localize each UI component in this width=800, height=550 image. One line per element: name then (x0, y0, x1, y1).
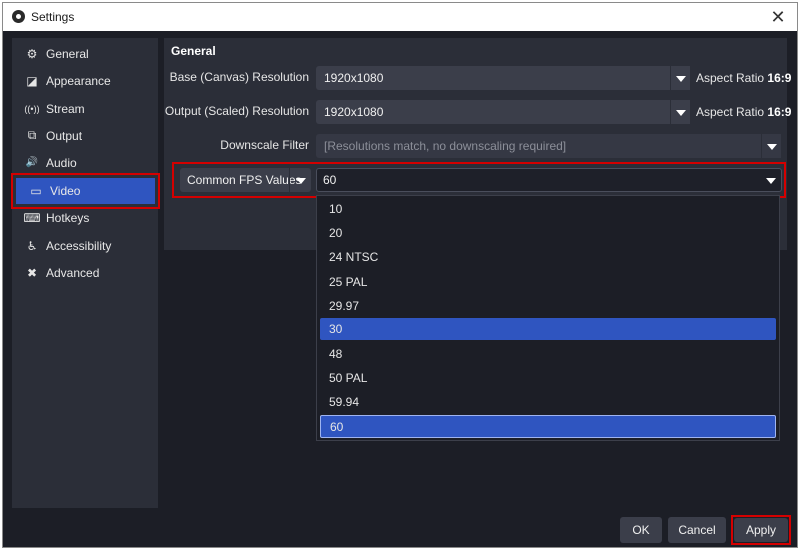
fps-option[interactable]: 29.97 (320, 295, 776, 317)
base-resolution-label: Base (Canvas) Resolution (169, 70, 309, 84)
cancel-button[interactable]: Cancel (668, 517, 726, 543)
sidebar-item-stream[interactable]: ((•)) Stream (12, 95, 158, 122)
chevron-down-icon[interactable] (670, 100, 690, 124)
fps-dropdown-list: 10 20 24 NTSC 25 PAL 29.97 30 48 50 PAL … (316, 195, 780, 441)
ok-button[interactable]: OK (620, 517, 662, 543)
stream-icon: ((•)) (24, 103, 40, 114)
chevron-down-icon[interactable] (761, 169, 781, 191)
downscale-filter-label: Downscale Filter (220, 138, 309, 152)
sidebar-item-label: Video (50, 184, 81, 198)
sidebar-item-audio[interactable]: 🔊 Audio (12, 149, 158, 176)
fps-type-value: Common FPS Values (187, 173, 302, 187)
sidebar-item-label: Output (46, 128, 83, 143)
fps-option[interactable]: 20 (320, 222, 776, 244)
fps-option[interactable]: 25 PAL (320, 271, 776, 293)
sidebar-item-label: Accessibility (46, 238, 112, 253)
apply-button[interactable]: Apply (734, 518, 788, 542)
fps-option[interactable]: 59.94 (320, 391, 776, 413)
sidebar-item-label: Audio (46, 155, 77, 170)
output-aspect-ratio: Aspect Ratio 16:9 (696, 105, 791, 119)
base-resolution-combo[interactable]: 1920x1080 (316, 66, 690, 90)
chevron-down-icon[interactable] (289, 168, 311, 192)
downscale-filter-value: [Resolutions match, no downscaling requi… (324, 139, 567, 153)
output-resolution-value: 1920x1080 (324, 105, 384, 119)
fps-option-hovered[interactable]: 30 (320, 318, 776, 340)
sidebar-item-label: General (46, 46, 89, 61)
sidebar-item-advanced[interactable]: ✖ Advanced (12, 259, 158, 286)
fps-option[interactable]: 50 PAL (320, 367, 776, 389)
sidebar-item-label: Advanced (46, 265, 100, 280)
output-resolution-label: Output (Scaled) Resolution (164, 104, 309, 118)
sidebar-item-appearance[interactable]: ◪ Appearance (12, 67, 158, 94)
fps-option[interactable]: 48 (320, 343, 776, 365)
obs-logo-icon (12, 10, 25, 23)
fps-type-combo[interactable]: Common FPS Values (180, 168, 311, 192)
sidebar-item-label: Hotkeys (46, 210, 90, 225)
chevron-down-icon (761, 134, 781, 158)
gear-icon: ⚙ (26, 46, 38, 61)
speaker-icon: 🔊 (25, 157, 39, 168)
aspect-ratio-prefix: Aspect Ratio (696, 105, 765, 119)
accessibility-icon: ♿ (26, 238, 38, 253)
fps-highlight-box: Common FPS Values 60 (172, 162, 786, 198)
sidebar-item-output[interactable]: ⧉ Output (12, 122, 158, 149)
appearance-icon: ◪ (26, 73, 38, 88)
sidebar-item-accessibility[interactable]: ♿ Accessibility (12, 232, 158, 259)
window-title: Settings (31, 10, 75, 24)
output-icon: ⧉ (27, 128, 37, 142)
video-highlight-box: ▭ Video (11, 173, 160, 209)
section-title: General (171, 44, 216, 58)
fps-option[interactable]: 10 (320, 198, 776, 220)
chevron-down-icon[interactable] (670, 66, 690, 90)
title-bar: Settings ✕ (3, 3, 797, 31)
sidebar-item-label: Appearance (46, 73, 111, 88)
base-aspect-ratio: Aspect Ratio 16:9 (696, 71, 791, 85)
sidebar-item-label: Stream (46, 101, 85, 116)
fps-value: 60 (323, 173, 337, 187)
aspect-ratio-prefix: Aspect Ratio (696, 71, 765, 85)
monitor-icon: ▭ (30, 184, 42, 198)
fps-option-selected[interactable]: 60 (320, 415, 776, 438)
fps-value-combo[interactable]: 60 (316, 168, 782, 192)
settings-sidebar: ⚙ General ◪ Appearance ((•)) Stream ⧉ Ou… (12, 38, 158, 508)
aspect-ratio-value: 16:9 (767, 71, 792, 85)
close-icon[interactable]: ✕ (767, 6, 789, 28)
downscale-filter-combo: [Resolutions match, no downscaling requi… (316, 134, 781, 158)
sidebar-item-video[interactable]: ▭ Video (16, 178, 155, 204)
base-resolution-value: 1920x1080 (324, 71, 384, 85)
tools-icon: ✖ (26, 265, 38, 280)
keyboard-icon: ⌨ (23, 210, 41, 225)
fps-option[interactable]: 24 NTSC (320, 246, 776, 268)
sidebar-item-general[interactable]: ⚙ General (12, 40, 158, 67)
aspect-ratio-value: 16:9 (767, 105, 792, 119)
output-resolution-combo[interactable]: 1920x1080 (316, 100, 690, 124)
